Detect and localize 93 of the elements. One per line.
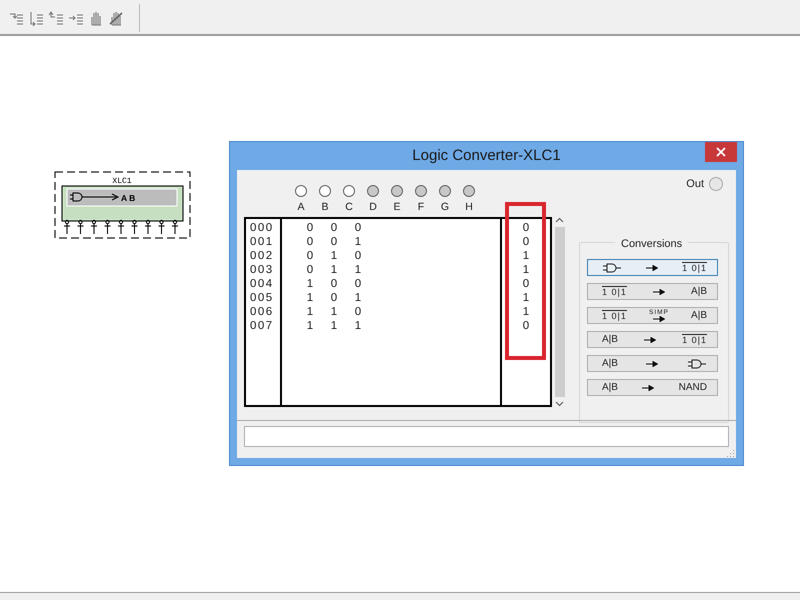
- truth-table-label: 1 0|1: [682, 262, 707, 273]
- step-out-icon[interactable]: [48, 10, 64, 26]
- output-cell-text: 0: [522, 277, 530, 291]
- row-index: 006: [249, 305, 274, 319]
- table-cell-text: 1: [354, 319, 362, 333]
- table-cell-text: 0: [354, 277, 362, 291]
- expression-label: A|B: [602, 357, 618, 371]
- input-indicator[interactable]: [367, 185, 379, 197]
- conversion-button[interactable]: A|B: [587, 355, 718, 372]
- table-cell-text: 1: [330, 319, 338, 333]
- scrollbar-thumb[interactable]: [554, 227, 564, 397]
- expression-field[interactable]: [244, 426, 729, 447]
- input-label: G: [440, 200, 450, 215]
- resize-grip-icon[interactable]: [726, 448, 735, 457]
- output-cell-text: 1: [522, 263, 530, 277]
- table-cell-text: 1: [354, 235, 362, 249]
- input-label: B: [321, 200, 328, 215]
- component-label: XLC1: [112, 177, 132, 186]
- table-cell-text: 0: [306, 221, 314, 235]
- input-label: C: [345, 200, 353, 215]
- close-icon: [716, 147, 726, 157]
- input-label: H: [465, 200, 473, 215]
- symbol-text: A B: [121, 193, 136, 203]
- arrow-icon: [642, 384, 654, 390]
- output-cell-text: 1: [522, 249, 530, 263]
- table-cell-text: 0: [306, 263, 314, 277]
- arrow-icon: [646, 360, 658, 366]
- arrow-icon: [644, 336, 656, 342]
- row-index: 000: [249, 221, 274, 235]
- conversion-button[interactable]: 1 0|1 A|B: [587, 283, 718, 300]
- output-cell-text: 0: [522, 221, 530, 235]
- table-cell-text: 1: [330, 263, 338, 277]
- expression-label: NAND: [678, 381, 707, 395]
- input-indicator[interactable]: [415, 185, 427, 197]
- input-label: F: [418, 200, 424, 215]
- expression-label: A|B: [691, 309, 707, 323]
- output-cell-text: 0: [522, 319, 530, 333]
- gate-icon: [602, 262, 622, 272]
- row-index: 005: [249, 291, 274, 305]
- table-cell-text: 0: [330, 291, 338, 305]
- expression-label: A|B: [602, 333, 618, 347]
- scroll-up-icon[interactable]: [555, 217, 564, 223]
- table-cell-text: 0: [354, 249, 362, 263]
- table-cell-text: 0: [330, 277, 338, 291]
- output-cell-text: 1: [522, 305, 530, 319]
- table-cell-text: 1: [330, 305, 338, 319]
- conversion-button[interactable]: A|B 1 0|1: [587, 331, 718, 348]
- table-cell-text: 1: [354, 291, 362, 305]
- table-cell-text: 0: [306, 249, 314, 263]
- row-index: 001: [249, 235, 274, 249]
- input-indicator[interactable]: [343, 185, 355, 197]
- table-cell-text: 0: [330, 221, 338, 235]
- input-indicator[interactable]: [439, 185, 451, 197]
- close-button[interactable]: [705, 142, 737, 162]
- arrow-icon: [646, 264, 658, 270]
- expression-label: A|B: [691, 285, 707, 299]
- expression-label: A|B: [602, 381, 618, 395]
- table-cell-text: 0: [306, 235, 314, 249]
- table-cell-text: 1: [306, 305, 314, 319]
- window-title: Logic Converter-XLC1: [412, 146, 561, 166]
- conversion-button[interactable]: A|B NAND: [587, 379, 718, 396]
- row-index: 003: [249, 263, 274, 277]
- arrow-icon: [652, 288, 665, 294]
- output-cell-text: 0: [522, 235, 530, 249]
- arrow-icon: [652, 316, 665, 322]
- row-index: 007: [249, 319, 274, 333]
- input-indicator[interactable]: [391, 185, 403, 197]
- row-index: 004: [249, 277, 274, 291]
- input-indicator[interactable]: [295, 185, 307, 197]
- input-label: D: [369, 200, 377, 215]
- truth-table-label: 1 0|1: [602, 310, 627, 321]
- row-index: 002: [249, 249, 274, 263]
- scroll-down-icon[interactable]: [555, 401, 564, 407]
- conversion-button[interactable]: 1 0|1: [587, 259, 718, 276]
- truth-table-label: 1 0|1: [682, 334, 707, 345]
- table-cell-text: 1: [306, 291, 314, 305]
- step-over-icon[interactable]: [28, 10, 44, 26]
- table-cell-text: 1: [306, 277, 314, 291]
- table-cell-text: 1: [354, 263, 362, 277]
- table-cell-text: 1: [330, 249, 338, 263]
- table-cell-text: 0: [354, 221, 362, 235]
- truth-table-label: 1 0|1: [602, 286, 627, 297]
- gate-icon: [687, 358, 707, 368]
- input-label: E: [393, 200, 400, 215]
- out-label: Out: [686, 177, 704, 192]
- input-indicator[interactable]: [463, 185, 475, 197]
- input-indicator[interactable]: [319, 185, 331, 197]
- input-label: A: [297, 200, 304, 215]
- table-cell-text: 0: [330, 235, 338, 249]
- table-cell-text: 0: [354, 305, 362, 319]
- output-indicator: [709, 177, 723, 192]
- table-cell-text: 1: [306, 319, 314, 333]
- output-cell-text: 1: [522, 291, 530, 305]
